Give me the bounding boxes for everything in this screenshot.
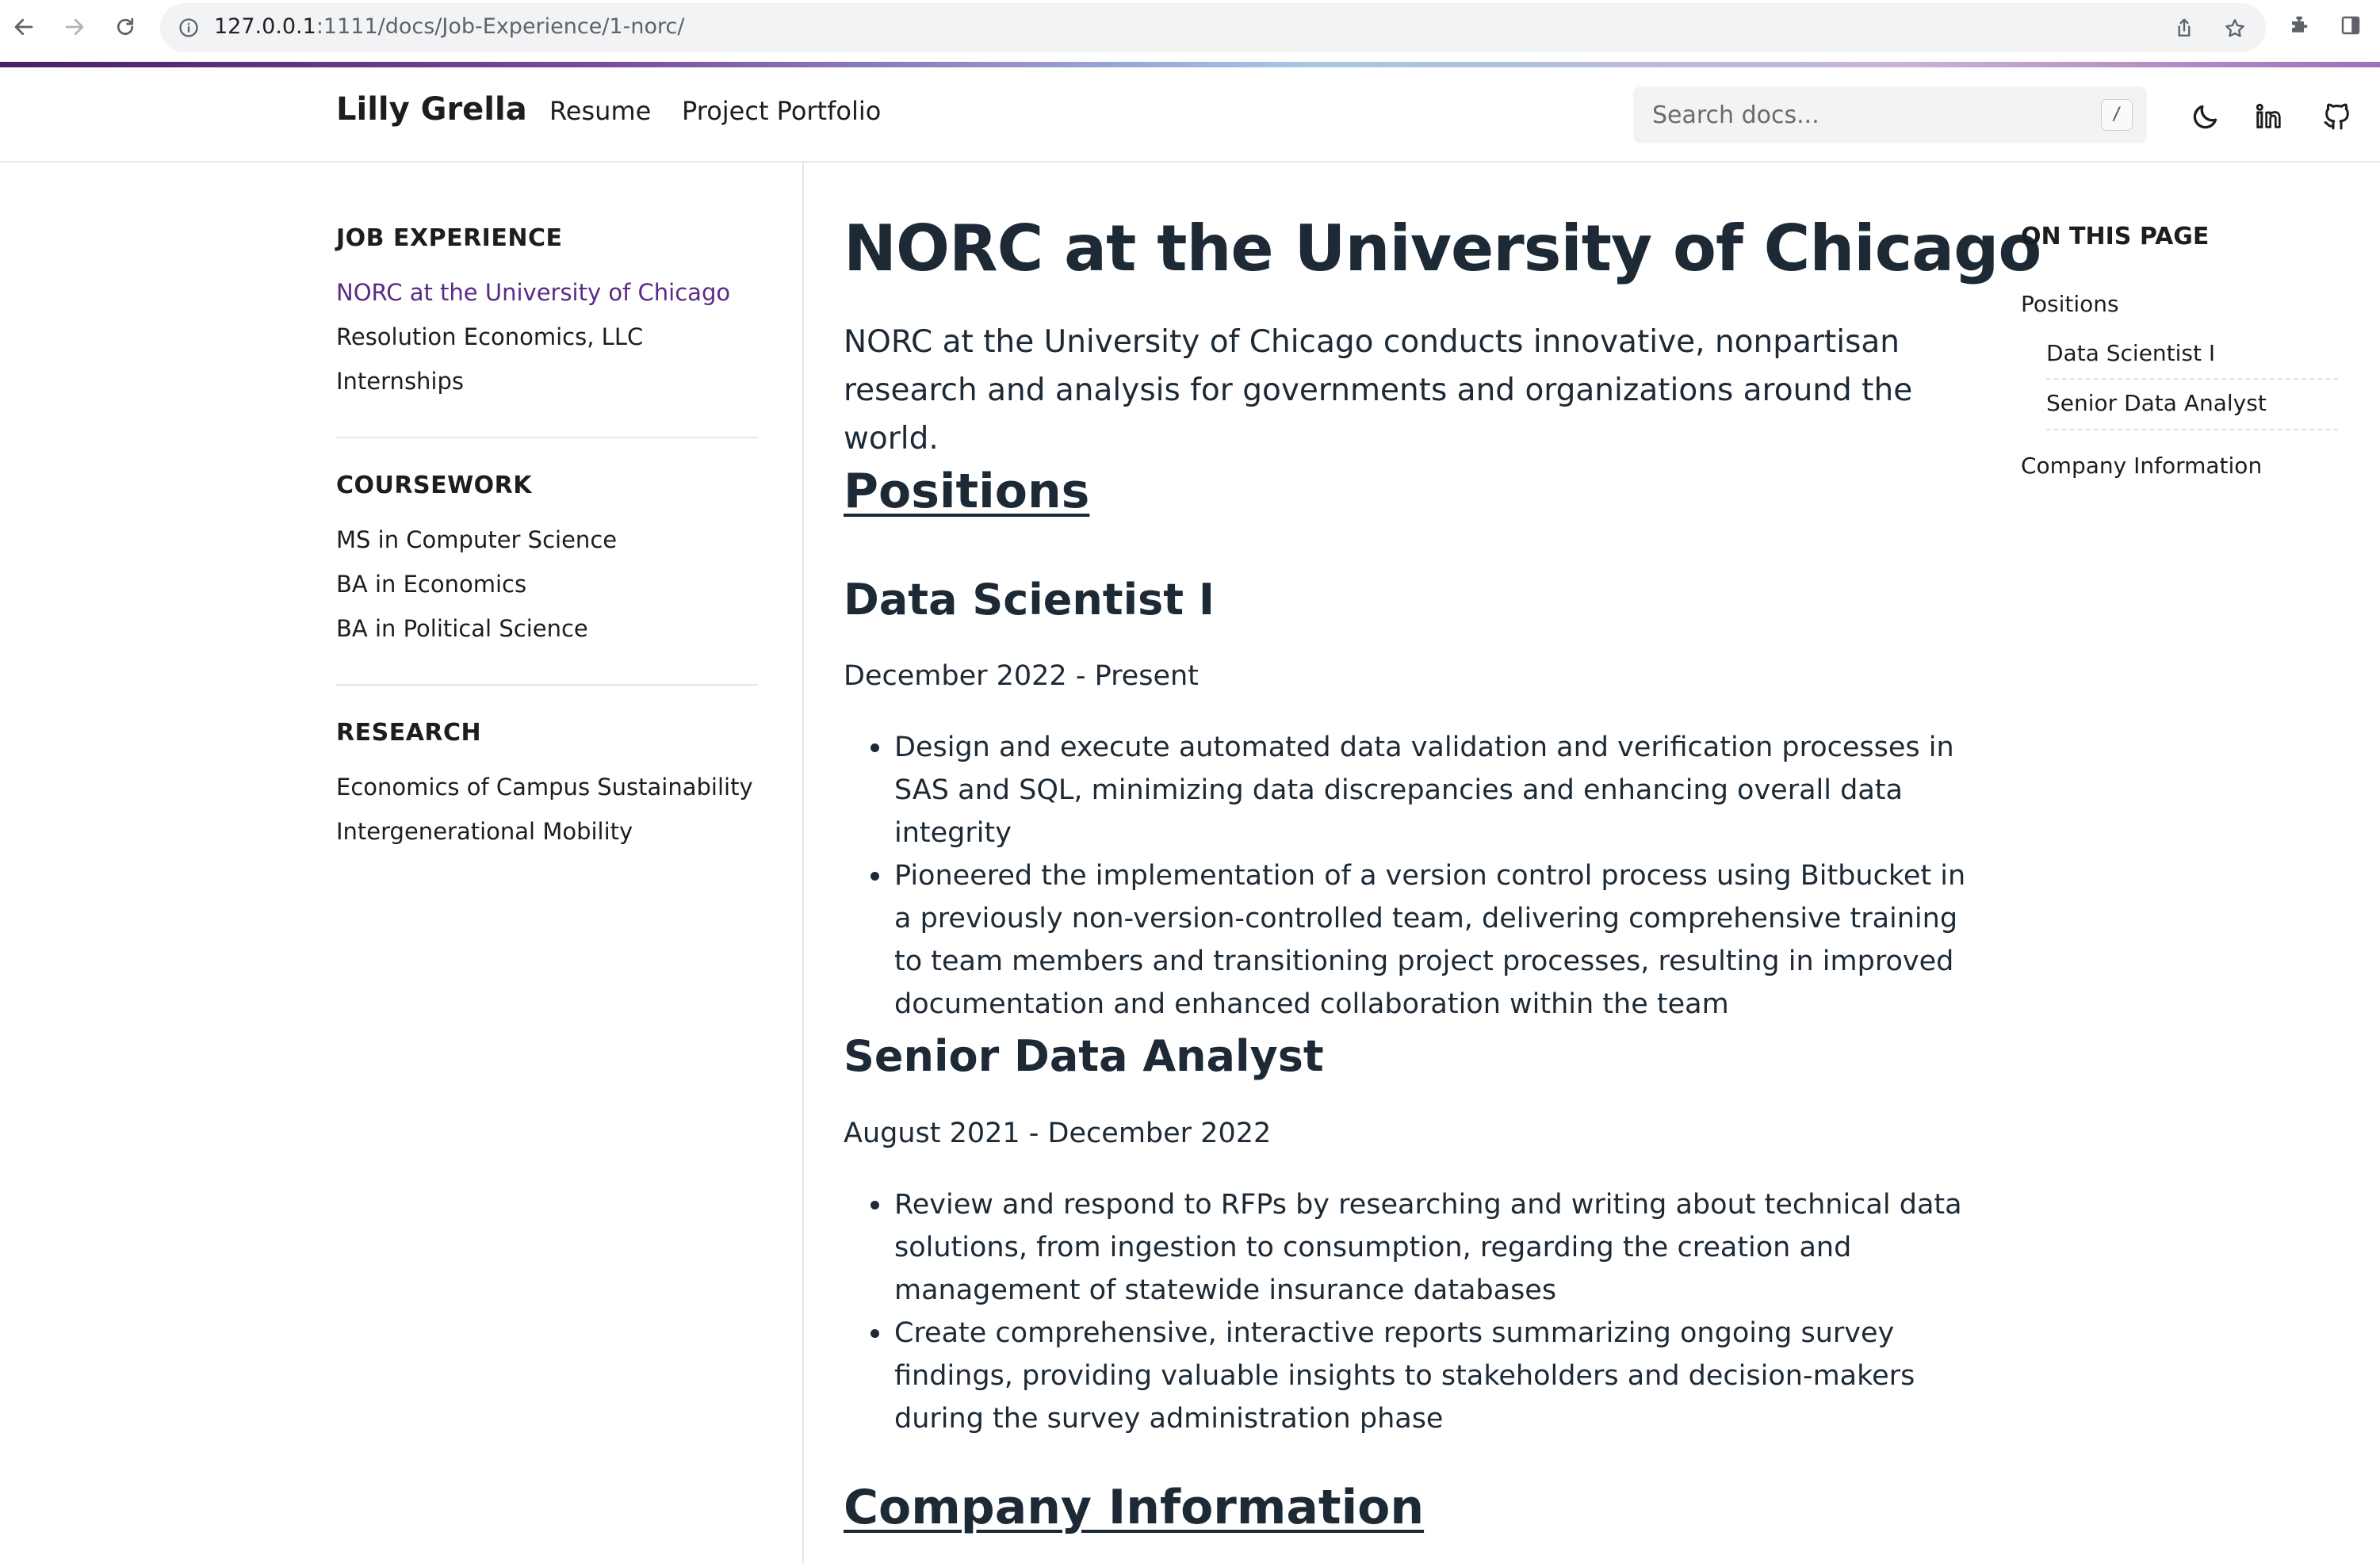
docs-sidebar: JOB EXPERIENCE NORC at the University of… xyxy=(0,162,804,1563)
toc-divider xyxy=(2046,429,2338,430)
sidebar-divider xyxy=(336,684,758,686)
linkedin-icon[interactable] xyxy=(2253,101,2285,132)
sidebar-item-ms-computer-science[interactable]: MS in Computer Science xyxy=(336,518,758,562)
toc-item-data-scientist[interactable]: Data Scientist I xyxy=(2046,340,2215,366)
toc-title: ON THIS PAGE xyxy=(2021,223,2210,250)
reload-icon[interactable] xyxy=(109,11,141,43)
heading-senior-data-analyst: Senior Data Analyst xyxy=(844,1031,1324,1081)
toc-divider xyxy=(2046,378,2338,380)
heading-company-information[interactable]: Company Information xyxy=(844,1480,1424,1535)
browser-toolbar: 127.0.0.1:1111/docs/Job-Experience/1-nor… xyxy=(0,0,2380,62)
list-item: Create comprehensive, interactive report… xyxy=(870,1312,2004,1440)
search-shortcut-key: / xyxy=(2101,99,2133,131)
theme-accent-bar xyxy=(0,62,2380,67)
sidebar-item-ba-political-science[interactable]: BA in Political Science xyxy=(336,606,758,651)
sidebar-divider xyxy=(336,437,758,438)
position-bullets: Design and execute automated data valida… xyxy=(870,726,1988,1026)
position-dates: August 2021 - December 2022 xyxy=(844,1118,1272,1149)
sidebar-section-title: JOB EXPERIENCE xyxy=(336,224,563,252)
list-item: Review and respond to RFPs by researchin… xyxy=(870,1183,2004,1312)
page-lead: NORC at the University of Chicago conduc… xyxy=(844,324,1913,457)
site-info-icon[interactable] xyxy=(178,17,200,39)
nav-link-project-portfolio[interactable]: Project Portfolio xyxy=(682,96,881,126)
sidebar-section-research: RESEARCH Economics of Campus Sustainabil… xyxy=(336,716,758,854)
nav-link-resume[interactable]: Resume xyxy=(549,96,651,126)
toc-item-senior-data-analyst[interactable]: Senior Data Analyst xyxy=(2046,390,2267,416)
moon-icon[interactable] xyxy=(2190,101,2221,132)
search-input[interactable] xyxy=(1652,97,2080,132)
toc-item-positions[interactable]: Positions xyxy=(2021,291,2119,317)
sidebar-section-job-experience: JOB EXPERIENCE NORC at the University of… xyxy=(336,221,758,403)
toc-item-company-information[interactable]: Company Information xyxy=(2021,453,2262,479)
heading-data-scientist: Data Scientist I xyxy=(844,575,1215,625)
extensions-puzzle-icon[interactable] xyxy=(2288,13,2312,37)
list-item: Design and execute automated data valida… xyxy=(870,726,1988,854)
share-icon[interactable] xyxy=(2172,17,2196,40)
sidebar-item-ba-economics[interactable]: BA in Economics xyxy=(336,562,758,606)
page-title: NORC at the University of Chicago xyxy=(844,212,2041,285)
heading-positions[interactable]: Positions xyxy=(844,464,1089,519)
list-item: Pioneered the implementation of a versio… xyxy=(870,854,1988,1026)
position-dates: December 2022 - Present xyxy=(844,660,1199,692)
sidebar-item-intergenerational-mobility[interactable]: Intergenerational Mobility xyxy=(336,809,758,854)
site-brand[interactable]: Lilly Grella xyxy=(336,91,527,128)
sidebar-section-coursework: COURSEWORK MS in Computer Science BA in … xyxy=(336,468,758,651)
url-path: :1111/docs/Job-Experience/1-norc/ xyxy=(316,14,685,39)
back-arrow-icon[interactable] xyxy=(8,11,40,43)
address-bar[interactable]: 127.0.0.1:1111/docs/Job-Experience/1-nor… xyxy=(160,3,2266,52)
sidebar-item-campus-sustainability[interactable]: Economics of Campus Sustainability xyxy=(336,765,758,809)
github-icon[interactable] xyxy=(2321,101,2353,132)
position-bullets: Review and respond to RFPs by researchin… xyxy=(870,1183,2004,1440)
url-text[interactable]: 127.0.0.1:1111/docs/Job-Experience/1-nor… xyxy=(214,14,684,39)
forward-arrow-icon[interactable] xyxy=(59,11,90,43)
sidebar-item-resolution-economics[interactable]: Resolution Economics, LLC xyxy=(336,315,758,359)
site-header: Lilly Grella Resume Project Portfolio / xyxy=(0,67,2380,162)
search-box[interactable]: / xyxy=(1633,86,2147,143)
side-panel-icon[interactable] xyxy=(2339,13,2363,37)
sidebar-section-title: RESEARCH xyxy=(336,719,482,747)
sidebar-section-title: COURSEWORK xyxy=(336,472,533,499)
sidebar-item-norc[interactable]: NORC at the University of Chicago xyxy=(336,270,758,315)
sidebar-item-internships[interactable]: Internships xyxy=(336,359,758,403)
bookmark-star-icon[interactable] xyxy=(2223,17,2247,40)
url-host: 127.0.0.1 xyxy=(214,14,316,39)
